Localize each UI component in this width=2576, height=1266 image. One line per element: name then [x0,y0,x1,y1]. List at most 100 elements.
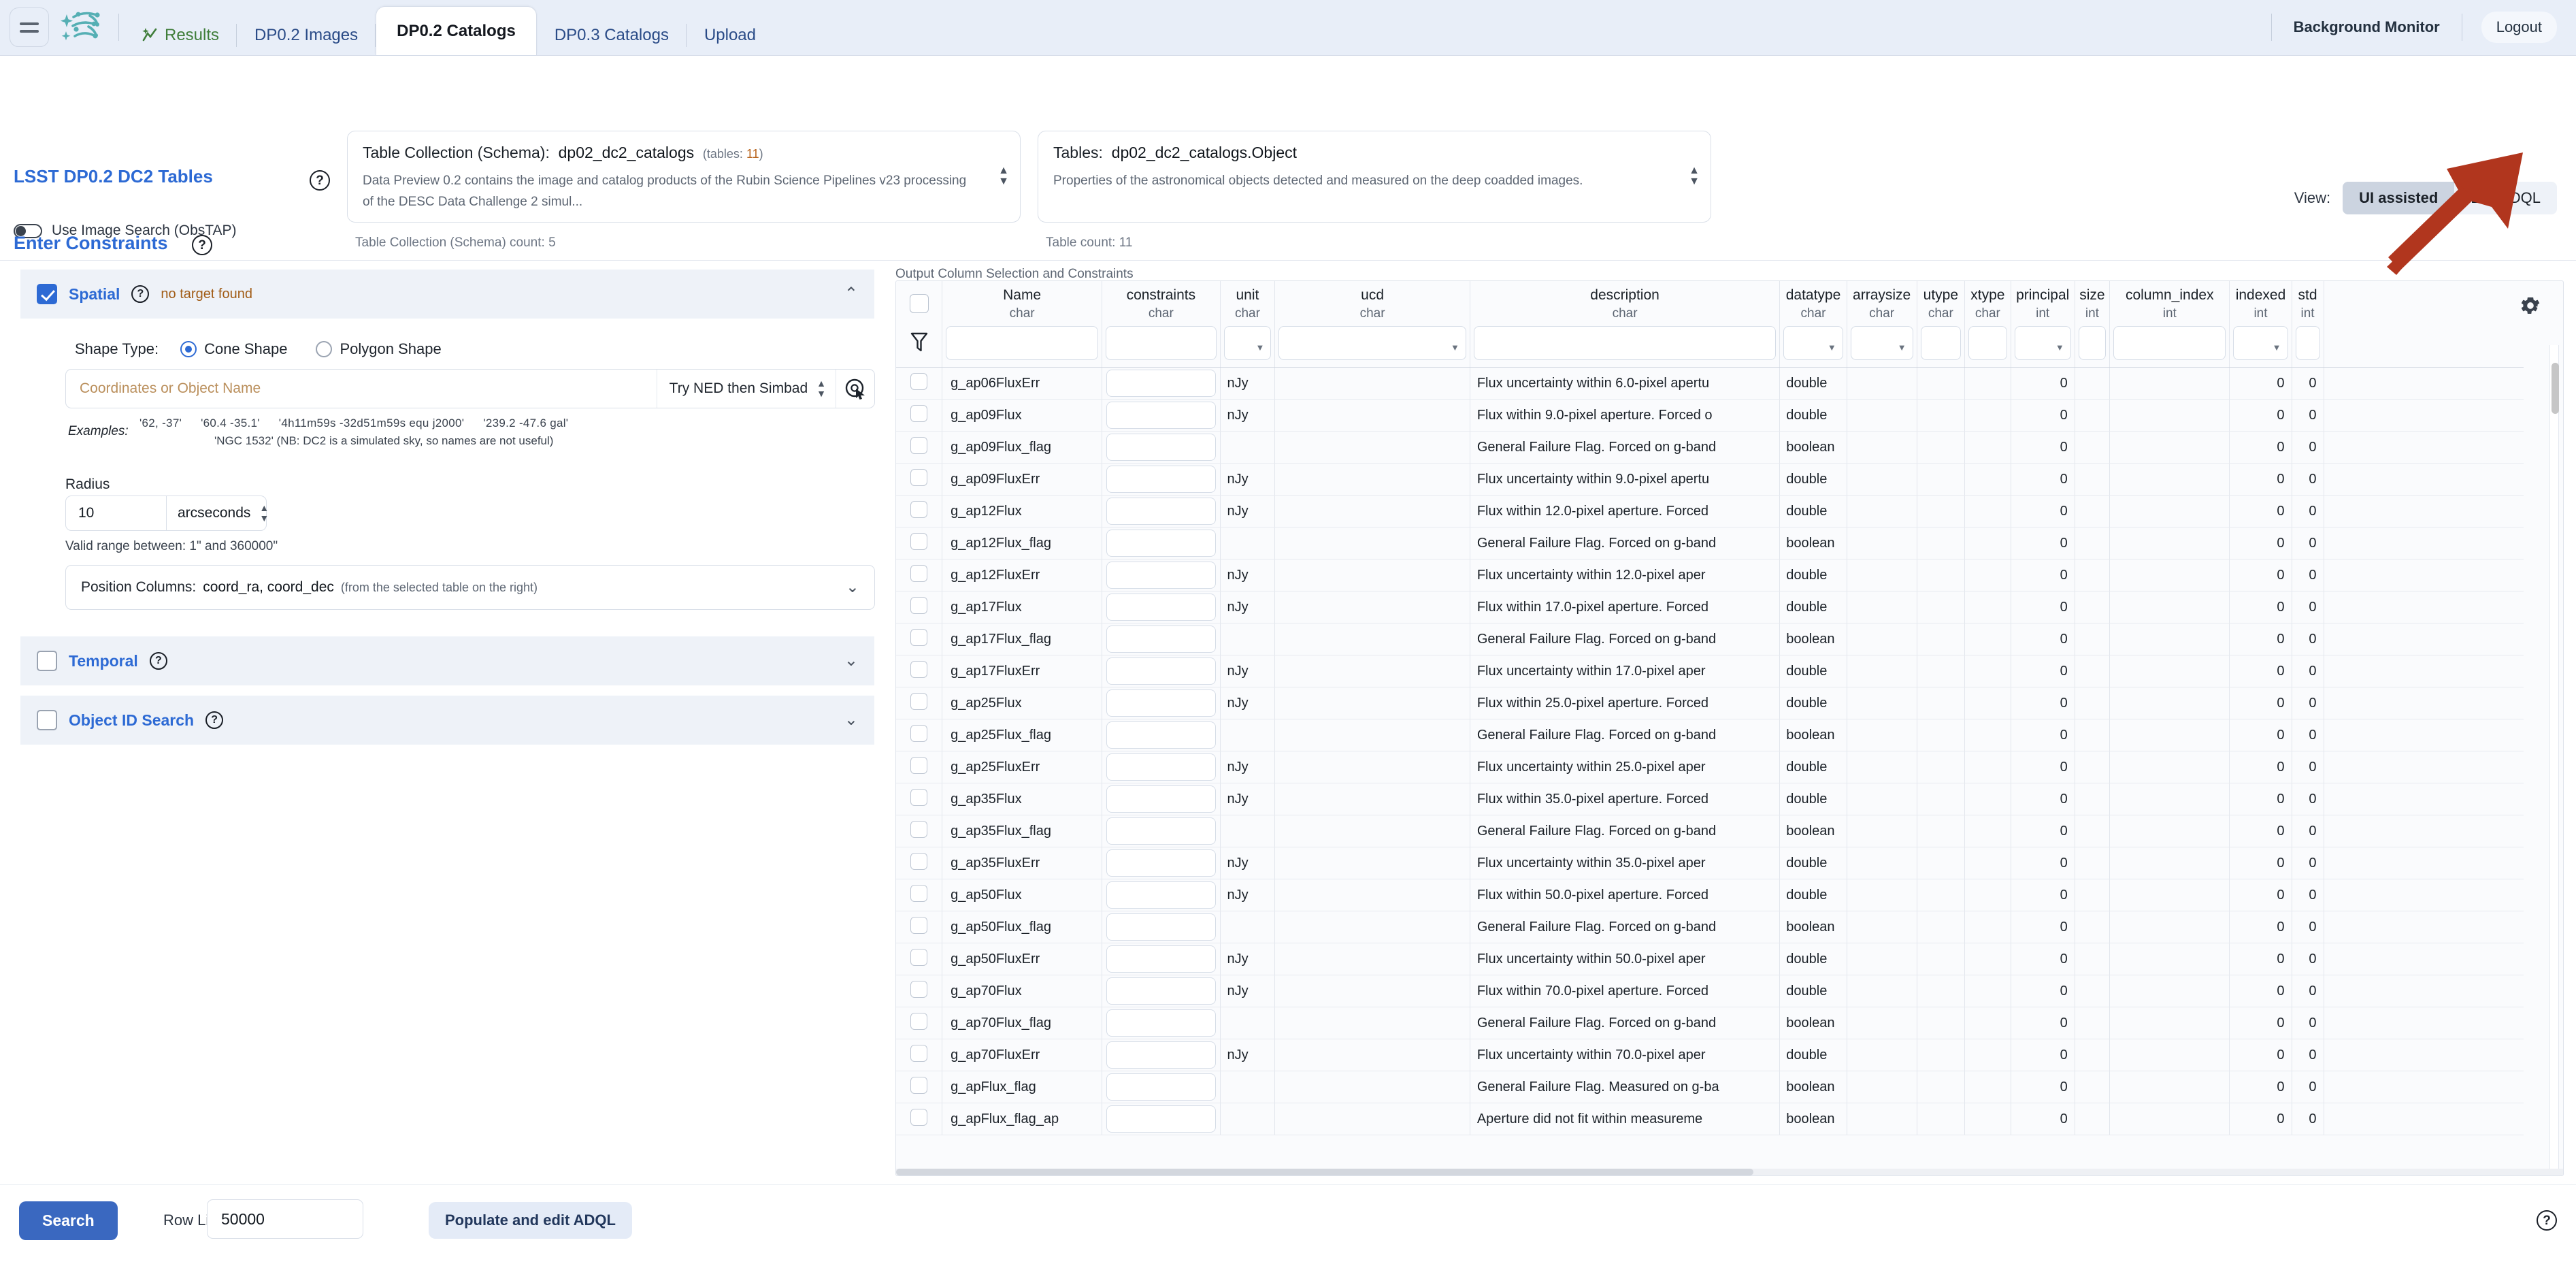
menu-button[interactable] [0,0,49,55]
table-row[interactable]: g_ap50Flux_flagGeneral Failure Flag. For… [896,911,2524,943]
filter-funnel-icon[interactable] [910,331,928,352]
radius-input[interactable]: 10 [65,496,166,531]
filter-input-name[interactable] [946,326,1098,360]
chevron-down-icon[interactable]: ▼ [1255,343,1264,352]
help-circle-icon[interactable]: ? [2537,1210,2557,1231]
table-collection-selector[interactable]: Table Collection (Schema): dp02_dc2_cata… [347,131,1021,223]
table-row[interactable]: g_ap12Flux_flagGeneral Failure Flag. For… [896,528,2524,559]
temporal-checkbox[interactable] [37,651,57,671]
row-checkbox[interactable] [910,1045,927,1062]
view-mode-ui-assisted[interactable]: UI assisted [2343,182,2454,214]
constraint-input[interactable] [1106,945,1215,973]
spatial-help-icon[interactable]: ? [131,285,149,303]
object-id-expand-chevron-icon[interactable]: ⌄ [844,712,858,728]
tab-dp02-images[interactable]: DP0.2 Images [237,16,376,55]
position-columns-select[interactable]: Position Columns: coord_ra, coord_dec (f… [65,565,875,610]
constraint-input[interactable] [1106,626,1215,653]
row-checkbox[interactable] [910,725,927,742]
filter-input-utype[interactable] [1921,326,1962,360]
row-checkbox[interactable] [910,821,927,838]
column-header-indexed[interactable]: indexedint [2230,281,2292,323]
column-header-description[interactable]: descriptionchar [1470,281,1779,323]
filter-input-size[interactable] [2079,326,2106,360]
row-checkbox[interactable] [910,1077,927,1094]
chevron-down-icon[interactable]: ▼ [2055,343,2064,352]
filter-input-ucd[interactable]: ▼ [1278,326,1466,360]
column-header-column-index[interactable]: column_indexint [2110,281,2230,323]
row-checkbox[interactable] [910,853,927,870]
tables-stepper-icon[interactable]: ▲▼ [1689,167,1700,187]
table-row[interactable]: g_ap17FluxErrnJyFlux uncertainty within … [896,655,2524,687]
chevron-down-icon[interactable]: ▼ [1828,343,1836,352]
table-row[interactable]: g_apFlux_flagGeneral Failure Flag. Measu… [896,1071,2524,1103]
radius-unit-stepper-icon[interactable]: ▲▼ [259,504,269,521]
row-checkbox[interactable] [910,533,927,550]
filter-input-indexed[interactable]: ▼ [2233,326,2288,360]
filter-input-xtype[interactable] [1968,326,2007,360]
column-header-datatype[interactable]: datatypechar [1780,281,1847,323]
column-header-name[interactable]: Namechar [942,281,1102,323]
shape-option-polygon[interactable]: Polygon Shape [316,340,441,358]
table-row[interactable]: g_ap17Flux_flagGeneral Failure Flag. For… [896,623,2524,655]
column-header-size[interactable]: sizeint [2075,281,2109,323]
filter-input-constraints[interactable] [1106,326,1216,360]
table-row[interactable]: g_ap35FluxnJyFlux within 35.0-pixel aper… [896,783,2524,815]
shape-option-cone[interactable]: Cone Shape [180,340,287,358]
radius-unit-select[interactable]: arcseconds ▲▼ [166,496,267,531]
tab-dp02-catalogs[interactable]: DP0.2 Catalogs [376,6,537,55]
temporal-help-icon[interactable]: ? [150,652,167,670]
table-horizontal-scrollbar[interactable] [896,1169,2564,1175]
constraint-input[interactable] [1106,658,1215,685]
table-vertical-scrollbar[interactable] [2549,345,2559,1170]
filter-input-column-index[interactable] [2113,326,2226,360]
table-row[interactable]: g_ap25FluxnJyFlux within 25.0-pixel aper… [896,687,2524,719]
constraint-input[interactable] [1106,594,1215,621]
table-row[interactable]: g_ap70FluxErrnJyFlux uncertainty within … [896,1039,2524,1071]
table-row[interactable]: g_ap35FluxErrnJyFlux uncertainty within … [896,847,2524,879]
position-columns-chevron-down-icon[interactable]: ⌄ [846,579,859,596]
constraint-input[interactable] [1106,1009,1215,1037]
row-checkbox[interactable] [910,437,927,454]
row-limit-input[interactable]: 50000 [207,1199,363,1239]
constraint-input[interactable] [1106,434,1215,461]
row-checkbox[interactable] [910,501,927,518]
column-header-ucd[interactable]: ucdchar [1275,281,1470,323]
row-checkbox[interactable] [910,661,927,678]
cone-shape-radio[interactable] [180,341,197,357]
view-mode-edit-adql[interactable]: Edit ADQL [2454,182,2557,214]
column-header-xtype[interactable]: xtypechar [1965,281,2011,323]
filter-input-unit[interactable]: ▼ [1224,326,1272,360]
constraint-input[interactable] [1106,721,1215,749]
table-row[interactable]: g_ap25FluxErrnJyFlux uncertainty within … [896,751,2524,783]
chevron-down-icon[interactable]: ▼ [1451,343,1459,352]
filter-funnel-cell[interactable] [896,323,942,368]
constraint-input[interactable] [1106,370,1215,397]
constraint-input[interactable] [1106,817,1215,845]
constraint-input[interactable] [1106,689,1215,717]
filter-input-std[interactable] [2296,326,2320,360]
hamburger-icon[interactable] [10,7,49,47]
constraint-input[interactable] [1106,1073,1215,1101]
constraint-input[interactable] [1106,753,1215,781]
object-id-checkbox[interactable] [37,710,57,730]
accordion-object-id-header[interactable]: Object ID Search ? ⌄ [20,696,874,745]
constraint-input[interactable] [1106,977,1215,1005]
constraint-input[interactable] [1106,530,1215,557]
row-checkbox[interactable] [910,981,927,998]
spatial-checkbox[interactable] [37,284,57,304]
table-row[interactable]: g_ap70FluxnJyFlux within 70.0-pixel aper… [896,975,2524,1007]
row-checkbox[interactable] [910,885,927,902]
constraint-input[interactable] [1106,1041,1215,1069]
table-row[interactable]: g_ap50FluxnJyFlux within 50.0-pixel aper… [896,879,2524,911]
row-checkbox[interactable] [910,1109,927,1126]
tab-dp03-catalogs[interactable]: DP0.3 Catalogs [537,16,687,55]
table-row[interactable]: g_ap50FluxErrnJyFlux uncertainty within … [896,943,2524,975]
table-row[interactable]: g_ap09FluxErrnJyFlux uncertainty within … [896,464,2524,496]
scrollbar-thumb-horizontal[interactable] [896,1169,1753,1175]
row-checkbox[interactable] [910,757,927,774]
select-all-checkbox[interactable] [910,294,929,313]
accordion-spatial-header[interactable]: Spatial ? no target found ⌃ [20,270,874,319]
temporal-expand-chevron-icon[interactable]: ⌄ [844,653,858,669]
gear-icon[interactable] [2519,294,2542,317]
target-crosshair-icon[interactable] [836,377,874,400]
